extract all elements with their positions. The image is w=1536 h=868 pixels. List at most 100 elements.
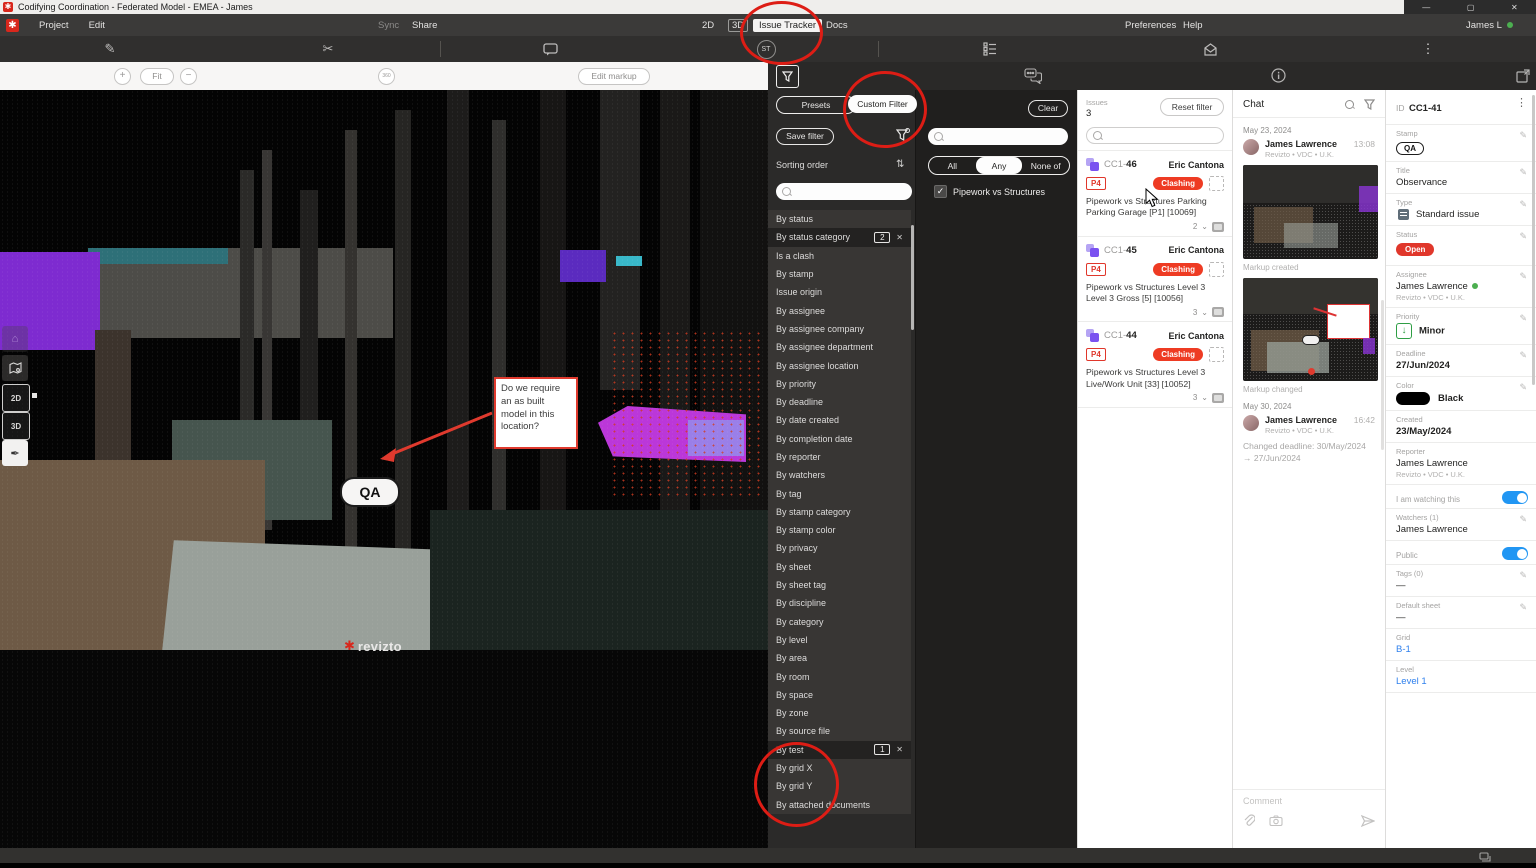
filter-item[interactable]: By stamp category	[768, 502, 911, 522]
edit-icon[interactable]: ✎	[1519, 514, 1527, 525]
field-default-sheet[interactable]: Default sheet — ✎	[1386, 597, 1536, 630]
field-watchers[interactable]: Watchers (1) James Lawrence ✎	[1386, 509, 1536, 542]
filter-item[interactable]: By source file	[768, 722, 911, 741]
menu-docs[interactable]: Docs	[826, 20, 848, 31]
edit-icon[interactable]: ✎	[1519, 231, 1527, 242]
level-link[interactable]: Level 1	[1396, 676, 1526, 687]
filter-item[interactable]: By assignee location	[768, 356, 911, 375]
filter-scrollbar[interactable]	[911, 225, 914, 330]
comment-placeholder[interactable]: Comment	[1243, 796, 1375, 806]
filter-item[interactable]: By zone	[768, 704, 911, 723]
filter-item[interactable]: By privacy	[768, 539, 911, 558]
comment-composer[interactable]: Comment	[1233, 789, 1385, 833]
filter-item[interactable]: By status	[768, 210, 911, 229]
filter-item[interactable]: By room	[768, 667, 911, 686]
issue-select-checkbox[interactable]	[1209, 261, 1224, 277]
attach-icon[interactable]	[1243, 814, 1255, 827]
send-icon[interactable]	[1361, 814, 1375, 827]
filter-search-input[interactable]	[776, 183, 912, 200]
menu-share[interactable]: Share	[402, 20, 447, 31]
filter-item[interactable]: By grid Y	[768, 777, 911, 796]
menu-edit[interactable]: Edit	[79, 20, 115, 31]
fit-button[interactable]: Fit	[140, 68, 174, 85]
filter-item[interactable]: Is a clash	[768, 246, 911, 265]
user-menu[interactable]: James L	[1466, 20, 1513, 31]
chat-bubbles-icon[interactable]	[1022, 65, 1043, 86]
checkbox-checked-icon[interactable]: ✓	[934, 185, 947, 198]
chat-scrollbar[interactable]	[1381, 300, 1384, 450]
revizto-menu-logo-icon[interactable]: ✱	[6, 18, 19, 32]
filter-item[interactable]: By grid X	[768, 758, 911, 778]
filter-item[interactable]: By discipline	[768, 594, 911, 613]
chat-search-icon[interactable]	[1345, 100, 1354, 109]
filter-remove-icon[interactable]: ✕	[896, 745, 903, 754]
maximize-button[interactable]: ▢	[1467, 3, 1475, 12]
field-tags[interactable]: Tags (0) — ✎	[1386, 565, 1536, 598]
issue-select-checkbox[interactable]	[1209, 176, 1224, 191]
public-toggle[interactable]	[1502, 547, 1528, 561]
edit-icon[interactable]: ✎	[1519, 199, 1527, 210]
chevron-down-icon[interactable]: ⌄	[1201, 308, 1208, 317]
tab-presets[interactable]: Presets	[776, 96, 856, 114]
layers-icon[interactable]	[1479, 850, 1491, 868]
more-options-kebab-icon[interactable]: ⋮	[1418, 39, 1438, 59]
field-status[interactable]: Status Open ✎	[1386, 226, 1536, 267]
filter-item[interactable]: By sheet	[768, 557, 911, 576]
clear-button[interactable]: Clear	[1028, 100, 1068, 117]
filter-item[interactable]: By status category 2 ✕	[768, 228, 911, 247]
issue-card[interactable]: CC1-45 Eric Cantona P4 Clashing Pipework…	[1078, 237, 1232, 323]
filter-item[interactable]: By category	[768, 612, 911, 631]
details-scrollbar[interactable]	[1532, 95, 1535, 385]
filter-item[interactable]: By stamp color	[768, 521, 911, 540]
filter-item[interactable]: By sheet tag	[768, 575, 911, 595]
clear-filter-funnel-icon[interactable]	[895, 128, 910, 148]
tab-custom-filter[interactable]: Custom Filter	[848, 95, 917, 113]
field-assignee[interactable]: Assignee James Lawrence Revizto • VDC • …	[1386, 266, 1536, 309]
edit-icon[interactable]: ✎	[1519, 382, 1527, 393]
filter-item[interactable]: By completion date	[768, 429, 911, 448]
sorting-order-label[interactable]: Sorting order	[776, 160, 828, 170]
issues-search-input[interactable]	[1086, 127, 1224, 144]
close-button[interactable]: ✕	[1511, 3, 1518, 12]
field-color[interactable]: Color Black ✎	[1386, 377, 1536, 412]
value-checkbox-row[interactable]: ✓ Pipework vs Structures	[934, 185, 1045, 198]
field-priority[interactable]: Priority ↓ Minor ✎	[1386, 308, 1536, 346]
filter-item[interactable]: By level	[768, 630, 911, 650]
filter-tab-icon[interactable]	[776, 65, 799, 88]
snapshot-icon[interactable]	[1212, 307, 1224, 318]
expand-panel-icon[interactable]	[1512, 65, 1533, 86]
add-comment-icon[interactable]	[540, 39, 560, 59]
filter-item[interactable]: By date created	[768, 411, 911, 430]
menu-3d[interactable]: 3D	[728, 18, 749, 32]
snapshot-icon[interactable]	[1212, 392, 1224, 403]
filter-item[interactable]: By stamp	[768, 264, 911, 284]
filter-item[interactable]: By space	[768, 685, 911, 705]
chevron-down-icon[interactable]: ⌄	[1201, 393, 1208, 402]
markup-pen-icon[interactable]: ✎	[100, 39, 120, 59]
minimize-button[interactable]: —	[1422, 3, 1430, 12]
edit-icon[interactable]: ✎	[1519, 602, 1527, 613]
filter-item[interactable]: By reporter	[768, 447, 911, 467]
chat-snapshot-thumbnail[interactable]	[1243, 165, 1378, 259]
filter-item[interactable]: By deadline	[768, 392, 911, 412]
zoom-out-button[interactable]: −	[180, 68, 197, 85]
send-report-icon[interactable]	[1200, 39, 1220, 59]
edit-icon[interactable]: ✎	[1519, 570, 1527, 581]
segment-none-of[interactable]: None of	[1022, 157, 1069, 174]
markup-note[interactable]: Do we require an as built model in this …	[494, 377, 578, 449]
snapshot-icon[interactable]	[1212, 221, 1224, 232]
qa-stamp[interactable]: QA	[340, 477, 400, 507]
sort-icon[interactable]: ⇅	[896, 159, 904, 170]
grid-link[interactable]: B-1	[1396, 644, 1526, 655]
menu-help[interactable]: Help	[1183, 20, 1203, 31]
chevron-down-icon[interactable]: ⌄	[1201, 222, 1208, 231]
watching-toggle[interactable]	[1502, 491, 1528, 505]
zoom-in-button[interactable]: +	[114, 68, 131, 85]
menu-project[interactable]: Project	[29, 20, 79, 31]
field-stamp[interactable]: Stamp QA ✎	[1386, 125, 1536, 162]
segment-any[interactable]: Any	[975, 157, 1023, 174]
edit-icon[interactable]: ✎	[1519, 167, 1527, 178]
filter-item[interactable]: Issue origin	[768, 283, 911, 302]
issue-select-checkbox[interactable]	[1209, 347, 1224, 363]
task-list-icon[interactable]	[980, 39, 1000, 59]
